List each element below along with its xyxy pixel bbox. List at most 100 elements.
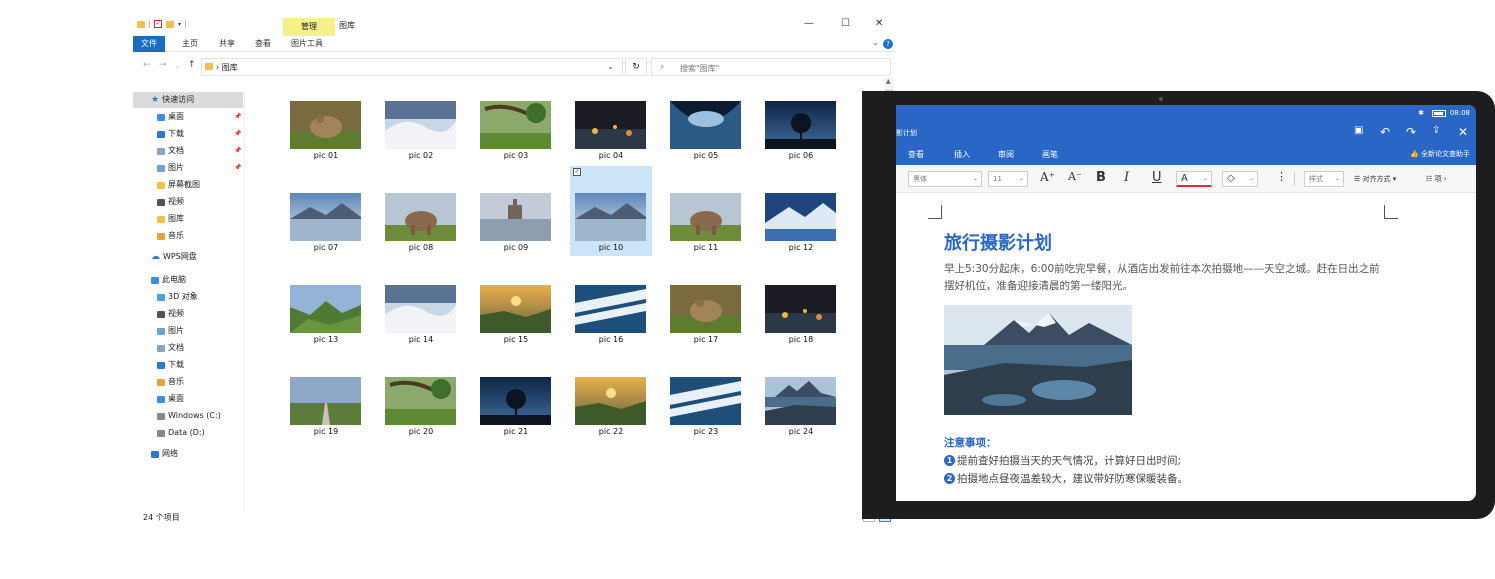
properties-check-icon[interactable]: ✓ [154,20,162,28]
document-paragraph[interactable]: 早上5:30分起床，6:00前吃完早餐，从酒店出发前往本次拍摄地——天空之城。赶… [944,261,1384,295]
pin-icon[interactable]: 📌 [234,147,241,154]
file-tile[interactable]: pic 07 [285,192,367,282]
list-button[interactable]: ☷ 项 › [1426,174,1447,184]
notes-heading[interactable]: 注意事项： [944,435,997,450]
highlight-button[interactable]: ◇ ⌄ [1222,171,1258,187]
up-arrow-icon[interactable]: ↑ [188,60,196,70]
new-folder-icon[interactable] [166,20,174,28]
ribbon-context-tab-manage[interactable]: 管理 [283,18,335,36]
help-icon[interactable]: ? [883,39,893,49]
nav-item[interactable]: 桌面 [157,109,184,125]
font-color-button[interactable]: A ⌄ [1176,171,1212,187]
tab-view[interactable]: 查看 [255,36,271,52]
menu-pen[interactable]: 画笔 [1042,149,1058,160]
nav-item[interactable]: 下载 [157,357,184,373]
pin-icon[interactable]: 📌 [234,113,241,120]
tab-file[interactable]: 文件 [133,36,165,52]
note-item[interactable]: 2 拍摄地点昼夜温差较大，建议带好防寒保暖装备。 [944,471,1188,486]
pin-icon[interactable]: 📌 [234,130,241,137]
font-size-select[interactable]: 11 ⌄ [988,171,1028,187]
align-button[interactable]: ☰ 对齐方式 ▾ [1354,174,1396,184]
file-tile[interactable]: pic 02 [380,100,462,190]
pin-icon[interactable]: 📌 [234,164,241,171]
file-tile[interactable]: pic 14 [380,284,462,374]
file-tile[interactable]: pic 10 ✓ [570,166,652,256]
decrease-font-icon[interactable]: A⁻ [1068,170,1082,183]
save-icon[interactable]: ▣ [1354,125,1363,136]
note-item[interactable]: 1 提前查好拍摄当天的天气情况，计算好日出时间; [944,453,1181,468]
nav-item[interactable]: 图片 [157,323,184,339]
file-tile[interactable]: pic 03 [475,100,557,190]
file-tile[interactable]: pic 18 [760,284,842,374]
tab-picture-tools[interactable]: 图片工具 [291,36,323,52]
breadcrumb[interactable]: › 图库 [216,62,238,73]
minimize-icon[interactable]: — [804,18,814,29]
file-tile[interactable]: pic 01 [285,100,367,190]
search-box[interactable]: ⌕ 搜索"图库" [651,58,891,76]
tab-share[interactable]: 共享 [219,36,235,52]
increase-font-icon[interactable]: A⁺ [1040,170,1055,184]
nav-network[interactable]: 网络 [151,446,178,462]
nav-item[interactable]: 视频 [157,194,184,210]
file-tile[interactable]: pic 08 [380,192,462,282]
ribbon-expand-chevron-icon[interactable]: ⌄ [872,38,879,47]
underline-icon[interactable]: U [1152,170,1162,185]
file-tile[interactable]: pic 24 [760,376,842,466]
nav-this-pc[interactable]: 此电脑 [151,272,186,288]
nav-item[interactable]: 文档 [157,340,184,356]
file-tile[interactable]: pic 21 [475,376,557,466]
undo-icon[interactable]: ↶ [1380,125,1390,139]
close-icon[interactable]: ✕ [875,18,883,29]
file-tile[interactable]: pic 05 [665,100,747,190]
scroll-up-icon[interactable]: ▲ [886,78,891,85]
nav-item[interactable]: 文档 [157,143,184,159]
back-arrow-icon[interactable]: ← [143,60,151,70]
nav-item[interactable]: 音乐 [157,374,184,390]
file-tile[interactable]: pic 06 [760,100,842,190]
document-heading[interactable]: 旅行摄影计划 [944,229,1052,255]
italic-icon[interactable]: I [1124,170,1129,185]
file-tile[interactable]: pic 11 [665,192,747,282]
more-options-icon[interactable]: ⋮ [1276,170,1287,183]
customize-dropdown-icon[interactable]: ▾ [178,21,181,28]
forward-arrow-icon[interactable]: → [159,60,167,70]
redo-icon[interactable]: ↷ [1406,125,1416,139]
file-tile[interactable]: pic 13 [285,284,367,374]
tab-home[interactable]: 主页 [182,36,198,52]
bold-icon[interactable]: B [1096,170,1106,185]
menu-insert[interactable]: 插入 [954,149,970,160]
nav-wps-drive[interactable]: ☁ WPS网盘 [151,249,197,265]
nav-item[interactable]: 视频 [157,306,184,322]
nav-item[interactable]: 音乐 [157,228,184,244]
selection-checkbox-icon[interactable]: ✓ [573,168,581,176]
style-select[interactable]: 样式 ⌄ [1304,171,1344,187]
file-tile[interactable]: pic 19 [285,376,367,466]
file-tile[interactable]: pic 17 [665,284,747,374]
file-tile[interactable]: pic 20 [380,376,462,466]
menu-review[interactable]: 审阅 [998,149,1014,160]
file-tile[interactable]: pic 16 [570,284,652,374]
nav-item[interactable]: Data (D:) [157,425,205,441]
nav-item[interactable]: 3D 对象 [157,289,198,305]
file-tile[interactable]: pic 12 [760,192,842,282]
folder-icon[interactable] [137,20,145,28]
refresh-icon[interactable]: ↻ [625,58,647,76]
nav-quick-access[interactable]: ★ 快速访问 [133,92,243,108]
nav-item[interactable]: Windows (C:) [157,408,221,424]
menu-view[interactable]: 查看 [908,149,924,160]
file-tile[interactable]: pic 23 [665,376,747,466]
recent-dropdown-icon[interactable]: ⌄ [175,63,180,70]
address-dropdown-icon[interactable]: ⌄ [607,62,614,71]
nav-item[interactable]: 下载 [157,126,184,142]
breadcrumb-gallery[interactable]: 图库 [222,63,238,72]
nav-item[interactable]: 桌面 [157,391,184,407]
nav-item[interactable]: 屏幕截图 [157,177,200,193]
file-tile[interactable]: pic 22 [570,376,652,466]
document-image[interactable] [944,305,1132,415]
nav-item[interactable]: 图库 [157,211,184,227]
font-family-select[interactable]: 黑体 ⌄ [908,171,982,187]
file-tile[interactable]: pic 09 [475,192,557,282]
share-icon[interactable]: ⇪ [1432,125,1440,136]
maximize-icon[interactable]: ☐ [841,18,850,29]
address-bar[interactable]: › 图库 ⌄ [201,58,623,76]
